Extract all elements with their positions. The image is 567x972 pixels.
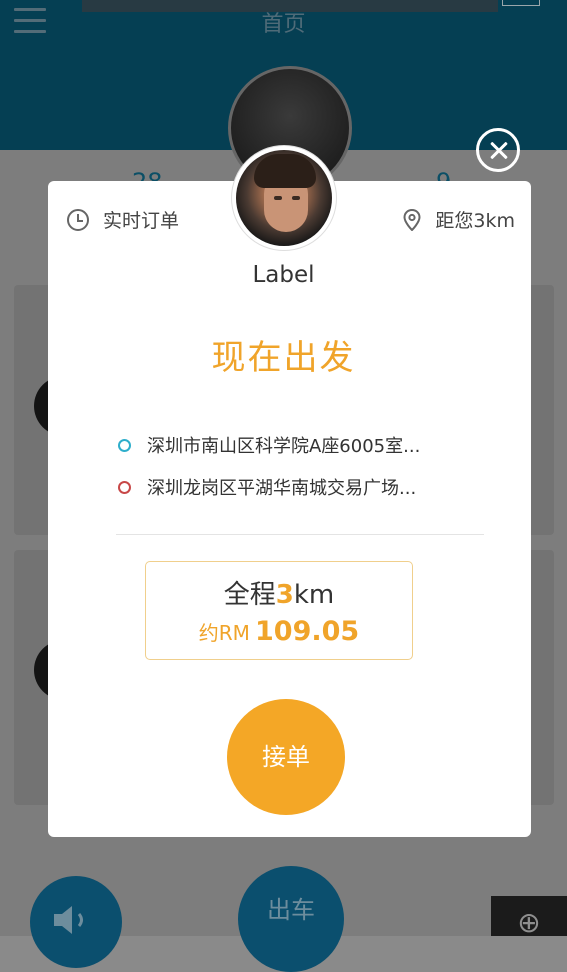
order-type: 实时订单 — [67, 206, 179, 233]
origin-address: 深圳市南山区科学院A座6005室... — [118, 432, 420, 458]
fare: 约RM 109.05 — [146, 616, 412, 647]
passenger-name: Label — [252, 262, 315, 288]
header-title: 首页 — [261, 12, 306, 37]
passenger-avatar — [232, 146, 336, 250]
fare-amount: 109.05 — [255, 616, 360, 647]
trip-prefix: 全程 — [223, 580, 276, 610]
origin-address-text: 深圳市南山区科学院A座6005室... — [147, 436, 421, 457]
trip-distance-value: 3 — [275, 580, 294, 610]
accept-order-button[interactable]: 接单 — [227, 699, 345, 815]
destination-address-text: 深圳龙岗区平湖华南城交易广场... — [147, 478, 417, 499]
trip-distance: 全程3km — [146, 574, 412, 611]
status-title: 现在出发 — [211, 338, 356, 378]
location-pin-icon — [403, 208, 421, 231]
speaker-icon — [54, 906, 83, 934]
price-box: 全程3km 约RM 109.05 — [145, 561, 413, 660]
destination-address: 深圳龙岗区平湖华南城交易广场... — [118, 474, 416, 500]
passenger-photo — [236, 150, 332, 246]
add-icon[interactable]: ⊕ — [491, 896, 567, 939]
go-online-label: 出车 — [267, 896, 315, 924]
close-button[interactable] — [476, 128, 520, 172]
distance-info: 距您3km — [403, 206, 515, 233]
fare-prefix: 约RM — [198, 621, 250, 645]
origin-dot-icon — [118, 438, 131, 452]
destination-dot-icon — [118, 480, 131, 494]
order-type-label: 实时订单 — [103, 210, 180, 232]
trip-distance-unit: km — [293, 580, 335, 610]
divider — [116, 534, 484, 535]
clock-icon — [67, 208, 89, 231]
distance-label: 距您3km — [435, 210, 515, 232]
